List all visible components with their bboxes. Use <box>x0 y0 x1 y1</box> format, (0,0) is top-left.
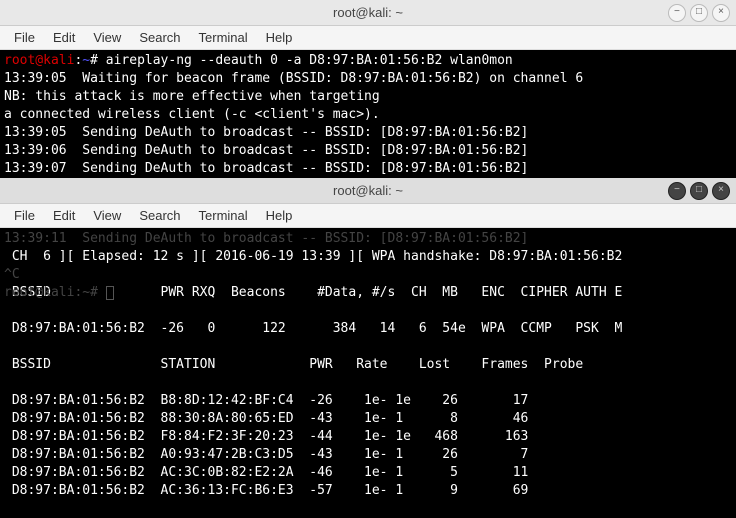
prompt-user: root@kali <box>4 53 74 68</box>
menu-search[interactable]: Search <box>131 28 188 47</box>
output-line: 13:39:07 Sending DeAuth to broadcast -- … <box>4 161 528 176</box>
window-controls-2: − □ × <box>668 182 730 200</box>
table-row: D8:97:BA:01:56:B2 -26 0 122 384 14 6 54e… <box>4 320 736 338</box>
ghost-prompt: root@kali:~# <box>4 284 114 302</box>
prompt-path: ~ <box>82 53 90 68</box>
terminal-content-1[interactable]: root@kali:~# aireplay-ng --deauth 0 -a D… <box>0 50 736 178</box>
cursor-block-icon <box>106 286 114 300</box>
menu-help[interactable]: Help <box>258 206 301 225</box>
table-header-ap: BSSID PWR RXQ Beacons #Data, #/s CH MB E… <box>4 284 736 302</box>
window-title-1: root@kali: ~ <box>333 5 403 20</box>
menu-file[interactable]: File <box>6 206 43 225</box>
table-row: D8:97:BA:01:56:B2 A0:93:47:2B:C3:D5 -43 … <box>4 446 528 464</box>
minimize-button[interactable]: − <box>668 182 686 200</box>
menu-view[interactable]: View <box>85 206 129 225</box>
close-button[interactable]: × <box>712 182 730 200</box>
ghost-output-line: 13:39:11 Sending DeAuth to broadcast -- … <box>4 230 528 248</box>
output-line: NB: this attack is more effective when t… <box>4 89 380 104</box>
menu-edit[interactable]: Edit <box>45 206 83 225</box>
menu-view[interactable]: View <box>85 28 129 47</box>
menu-search[interactable]: Search <box>131 206 188 225</box>
menu-file[interactable]: File <box>6 28 43 47</box>
output-line: a connected wireless client (-c <client'… <box>4 107 380 122</box>
airodump-status-line: CH 6 ][ Elapsed: 12 s ][ 2016-06-19 13:3… <box>4 248 732 266</box>
window-controls-1: − □ × <box>668 4 730 22</box>
menu-terminal[interactable]: Terminal <box>191 206 256 225</box>
table-row: D8:97:BA:01:56:B2 AC:3C:0B:82:E2:2A -46 … <box>4 464 528 482</box>
output-line: 13:39:05 Waiting for beacon frame (BSSID… <box>4 71 583 86</box>
output-line: 13:39:06 Sending DeAuth to broadcast -- … <box>4 143 528 158</box>
table-row: D8:97:BA:01:56:B2 AC:36:13:FC:B6:E3 -57 … <box>4 482 528 500</box>
titlebar-2: root@kali: ~ − □ × <box>0 178 736 204</box>
menu-edit[interactable]: Edit <box>45 28 83 47</box>
titlebar-1: root@kali: ~ − □ × <box>0 0 736 26</box>
menu-help[interactable]: Help <box>258 28 301 47</box>
menubar-2: File Edit View Search Terminal Help <box>0 204 736 228</box>
menubar-1: File Edit View Search Terminal Help <box>0 26 736 50</box>
menu-terminal[interactable]: Terminal <box>191 28 256 47</box>
command-text: aireplay-ng --deauth 0 -a D8:97:BA:01:56… <box>106 53 513 68</box>
terminal-content-2[interactable]: 13:39:11 Sending DeAuth to broadcast -- … <box>0 228 736 518</box>
terminal-window-1: root@kali: ~ − □ × File Edit View Search… <box>0 0 736 178</box>
close-button[interactable]: × <box>712 4 730 22</box>
terminal-window-2: root@kali: ~ − □ × File Edit View Search… <box>0 178 736 518</box>
maximize-button[interactable]: □ <box>690 182 708 200</box>
maximize-button[interactable]: □ <box>690 4 708 22</box>
table-row: D8:97:BA:01:56:B2 F8:84:F2:3F:20:23 -44 … <box>4 428 528 446</box>
minimize-button[interactable]: − <box>668 4 686 22</box>
window-title-2: root@kali: ~ <box>333 183 403 198</box>
output-line: 13:39:05 Sending DeAuth to broadcast -- … <box>4 125 528 140</box>
table-row: D8:97:BA:01:56:B2 88:30:8A:80:65:ED -43 … <box>4 410 528 428</box>
table-header-stations: BSSID STATION PWR Rate Lost Frames Probe <box>4 356 583 374</box>
table-row: D8:97:BA:01:56:B2 B8:8D:12:42:BF:C4 -26 … <box>4 392 528 410</box>
ghost-ctrlc: ^C <box>4 266 20 284</box>
